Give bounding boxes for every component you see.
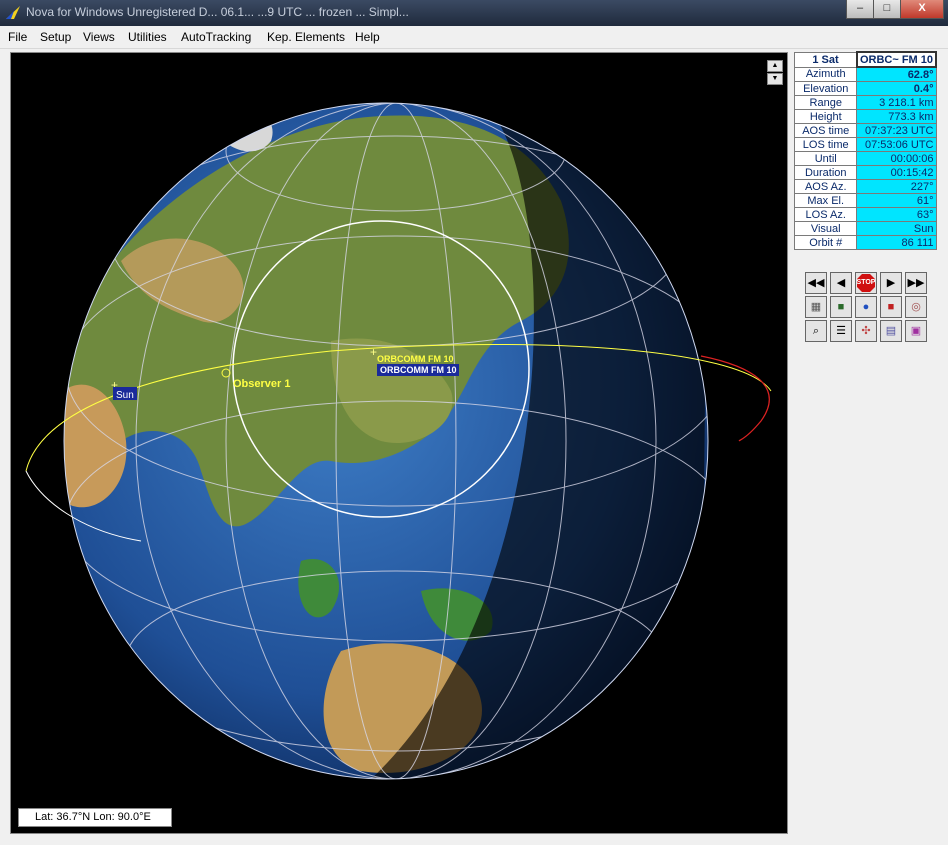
stars-icon: ✣ — [861, 325, 871, 337]
step-back-button[interactable]: ◀ — [830, 272, 852, 294]
row-value: 86 111 — [856, 235, 937, 250]
row-label: Height — [793, 109, 858, 124]
settings-button[interactable]: ▣ — [905, 320, 927, 342]
list-button[interactable]: ☰ — [830, 320, 852, 342]
satellite-info-table: 1 Sat ORBC~ FM 10 Azimuth 62.8° Elevation… — [793, 51, 938, 250]
search-button[interactable]: ⌕ — [805, 320, 827, 342]
satellite-marker: + — [370, 345, 377, 359]
maximize-button[interactable]: □ — [873, 0, 901, 19]
menu-file[interactable]: File — [8, 30, 27, 44]
magnifier-icon: ⌕ — [812, 325, 820, 337]
table-row: Height 773.3 km — [793, 109, 937, 124]
menu-autotracking[interactable]: AutoTracking — [181, 30, 251, 44]
row-label: Visual — [793, 221, 858, 236]
stop-label: STOP — [856, 279, 876, 286]
table-row: Elevation 0.4° — [793, 81, 937, 96]
row-value: 07:53:06 UTC — [856, 137, 937, 152]
sun-label: Sun — [116, 390, 134, 401]
row-value: 07:37:23 UTC — [856, 123, 937, 138]
app-icon — [6, 6, 20, 19]
row-value: 773.3 km — [856, 109, 937, 124]
row-label: Max El. — [793, 193, 858, 208]
menu-help[interactable]: Help — [355, 30, 380, 44]
status-box: Lat: 36.7°N Lon: 90.0°E — [18, 808, 172, 827]
schedule-button[interactable]: ▤ — [880, 320, 902, 342]
map-view-button[interactable]: ■ — [830, 296, 852, 318]
sat-count: 1 Sat — [793, 51, 858, 68]
sat-selector[interactable]: ORBC~ FM 10 — [855, 51, 938, 68]
row-label: Until — [793, 151, 858, 166]
scroll-up-button[interactable]: ▲ — [767, 60, 783, 72]
double-left-arrow-icon: ◀◀ — [807, 277, 825, 289]
palette-icon: ▣ — [910, 325, 922, 337]
sky-icon: ◎ — [911, 301, 921, 313]
table-row: Until 00:00:06 — [793, 151, 937, 166]
window-title: Nova for Windows Unregistered D... 06.1.… — [26, 5, 409, 19]
table-row: AOS Az. 227° — [793, 179, 937, 194]
menu-utilities[interactable]: Utilities — [128, 30, 167, 44]
observer-label: Observer 1 — [233, 378, 290, 390]
map-icon: ■ — [837, 301, 845, 313]
table-row: Visual Sun — [793, 221, 937, 236]
table-row: Orbit #86 111 — [793, 235, 937, 250]
close-button[interactable]: X — [900, 0, 944, 19]
row-value: 62.8° — [856, 66, 937, 82]
row-label: Duration — [793, 165, 858, 180]
stars-button[interactable]: ✣ — [855, 320, 877, 342]
globe-view[interactable]: Observer 1 + Sun + ORBCOMM FM 10 ORBCOMM… — [10, 52, 788, 834]
table-view-button[interactable]: ▦ — [805, 296, 827, 318]
table-row: Max El. 61° — [793, 193, 937, 208]
left-arrow-icon: ◀ — [836, 277, 846, 289]
row-value: 3 218.1 km — [856, 95, 937, 110]
satellite-label-box: ORBCOMM FM 10 — [380, 365, 457, 375]
list-icon: ☰ — [836, 325, 846, 337]
row-value: 00:00:06 — [856, 151, 937, 166]
stop-button[interactable]: STOP — [855, 272, 877, 294]
row-label: AOS Az. — [793, 179, 858, 194]
row-value: 0.4° — [856, 81, 937, 96]
table-row: Range 3 218.1 km — [793, 95, 937, 110]
menu-bar: File Setup Views Utilities AutoTracking … — [0, 26, 948, 49]
radar-icon: ■ — [887, 301, 895, 313]
scroll-down-button[interactable]: ▼ — [767, 73, 783, 85]
row-value: 00:15:42 — [856, 165, 937, 180]
row-value: 227° — [856, 179, 937, 194]
menu-views[interactable]: Views — [83, 30, 115, 44]
row-label: LOS time — [793, 137, 858, 152]
row-label: LOS Az. — [793, 207, 858, 222]
globe-icon: ● — [862, 301, 870, 313]
table-row: LOS Az. 63° — [793, 207, 937, 222]
fast-forward-button[interactable]: ▶▶ — [905, 272, 927, 294]
sky-view-button[interactable]: ◎ — [905, 296, 927, 318]
satellite-label: ORBCOMM FM 10 — [377, 354, 454, 364]
grid-icon: ▦ — [810, 301, 822, 313]
double-right-arrow-icon: ▶▶ — [907, 277, 925, 289]
row-label: Azimuth — [793, 66, 858, 82]
row-label: AOS time — [793, 123, 858, 138]
menu-setup[interactable]: Setup — [40, 30, 71, 44]
globe-map[interactable]: Observer 1 + Sun + ORBCOMM FM 10 ORBCOMM… — [11, 53, 787, 833]
row-value: 63° — [856, 207, 937, 222]
minimize-button[interactable]: – — [846, 0, 874, 19]
right-arrow-icon: ▶ — [886, 277, 896, 289]
control-toolbar: ◀◀ ◀ STOP ▶ ▶▶ ▦ ■ ● ■ ◎ ⌕ ☰ ✣ ▤ ▣ — [800, 267, 930, 345]
table-row: Duration 00:15:42 — [793, 165, 937, 180]
table-row: LOS time 07:53:06 UTC — [793, 137, 937, 152]
row-label: Range — [793, 95, 858, 110]
lat-lon-readout: Lat: 36.7°N Lon: 90.0°E — [35, 811, 151, 823]
radar-view-button[interactable]: ■ — [880, 296, 902, 318]
table-row: Azimuth 62.8° — [793, 66, 937, 82]
table-row: AOS time 07:37:23 UTC — [793, 123, 937, 138]
row-value: Sun — [856, 221, 937, 236]
row-value: 61° — [856, 193, 937, 208]
row-label: Elevation — [793, 81, 858, 96]
calendar-icon: ▤ — [885, 325, 897, 337]
menu-kep-elements[interactable]: Kep. Elements — [267, 30, 345, 44]
rewind-button[interactable]: ◀◀ — [805, 272, 827, 294]
globe-view-button[interactable]: ● — [855, 296, 877, 318]
row-label: Orbit # — [793, 235, 858, 250]
step-forward-button[interactable]: ▶ — [880, 272, 902, 294]
title-bar: Nova for Windows Unregistered D... 06.1.… — [0, 0, 948, 26]
